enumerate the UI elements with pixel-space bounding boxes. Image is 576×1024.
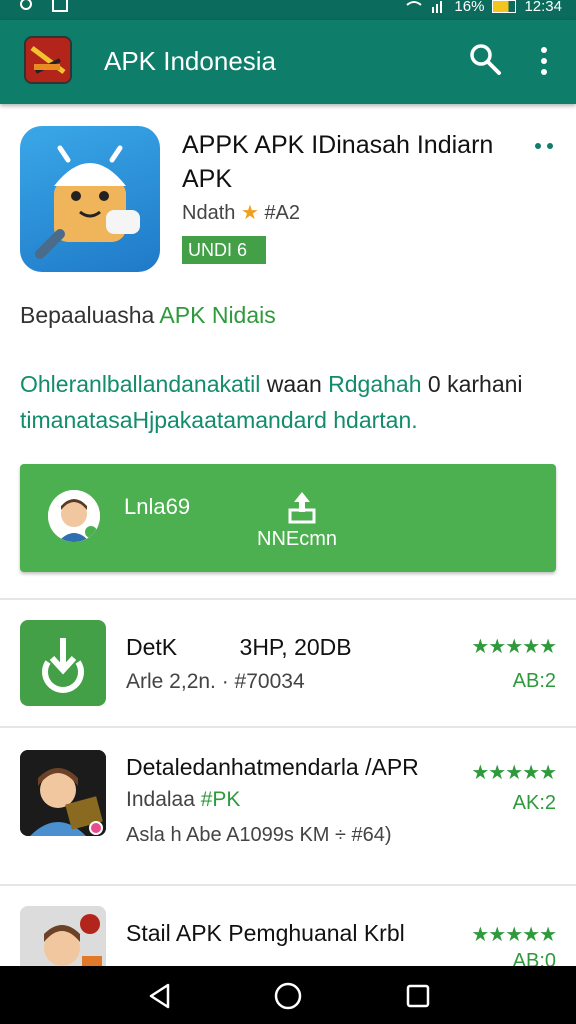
app-meta-2: Asla h Abe A1099s KM ÷ #64) <box>126 824 392 846</box>
divider <box>0 726 576 728</box>
divider <box>0 598 576 600</box>
app-title-1-name: DetK <box>126 634 178 660</box>
home-icon[interactable] <box>273 981 303 1011</box>
desc-green-3: timanatasaHjpakaa <box>20 407 217 433</box>
location-icon <box>20 0 32 10</box>
app-title-3[interactable]: Stail APK Pemghuanal Krbl <box>126 920 405 947</box>
description-line: Bepaaluasha APK Nidais <box>20 302 276 329</box>
more-vert-icon[interactable] <box>532 44 556 78</box>
rating-value-1: AB:2 <box>512 670 556 692</box>
status-left-icons <box>18 0 68 14</box>
app-subtitle-2: Indalaa #PK <box>126 788 240 812</box>
status-time: 12:34 <box>524 0 562 15</box>
hero-app-icon[interactable] <box>20 126 160 272</box>
description-prefix: Bepaaluasha <box>20 302 155 328</box>
battery-icon <box>492 0 517 13</box>
rating-stars-1: ★★★★★ <box>471 636 557 658</box>
hero-subtitle-rating: #A2 <box>264 202 301 224</box>
hero-badge: UNDI 6 <box>182 236 266 264</box>
app-logo[interactable] <box>24 36 72 84</box>
install-right-label: NNEcmn <box>257 528 338 550</box>
android-robot-icon <box>35 145 140 259</box>
status-right-icons: 16% 12:34 <box>406 0 562 15</box>
more-options-icon[interactable] <box>532 134 556 158</box>
user-avatar-icon <box>48 490 100 542</box>
app-bar: APK Indonesia <box>0 20 576 104</box>
desc-dark-2: 0 karhani <box>427 371 523 397</box>
back-icon[interactable] <box>146 982 174 1010</box>
app-subtitle-2-link: #PK <box>200 788 241 811</box>
upload-icon <box>288 492 316 524</box>
status-bar: 16% 12:34 <box>0 0 576 20</box>
search-icon[interactable] <box>468 42 502 76</box>
app-title-2[interactable]: Detaledanhatmendarla /APR <box>126 754 419 781</box>
app-subtitle-1: Arle 2,2n. · #70034 <box>126 670 305 693</box>
description-paragraph: Ohleranlballandanakatil waan Rdgahah 0 k… <box>20 366 560 438</box>
signal-icon <box>432 0 443 13</box>
rating-stars-2: ★★★★★ <box>471 762 557 784</box>
desc-green-1: Ohleranlballandanakatil <box>20 371 261 397</box>
hero-subtitle-prefix: Ndath <box>182 202 236 224</box>
desc-dark-1: waan <box>266 371 322 397</box>
app-subtitle-2-prefix: Indalaa <box>126 788 195 811</box>
rating-value-2: AK:2 <box>512 792 556 814</box>
app-icon[interactable] <box>20 750 106 836</box>
desc-green-2: Rdgahah <box>328 371 422 397</box>
hero-title: APPK APK IDinasah Indiarn APK <box>182 131 494 193</box>
app-title-1[interactable]: DetK 3HP, 20DB <box>126 634 352 661</box>
recent-apps-icon[interactable] <box>405 983 431 1009</box>
hero-subtitle: Ndath ★ #A2 <box>182 200 300 225</box>
wifi-icon <box>406 0 423 6</box>
image-icon <box>52 0 68 12</box>
description-link[interactable]: APK Nidais <box>159 302 275 328</box>
app-logo-icon <box>26 38 70 82</box>
divider <box>0 884 576 886</box>
person-book-icon <box>20 750 106 836</box>
rating-stars-3: ★★★★★ <box>471 924 557 946</box>
install-button[interactable]: Lnla69 NNEcmn <box>20 464 556 572</box>
install-left-label: Lnla69 <box>124 494 191 519</box>
star-icon: ★ <box>240 202 259 224</box>
battery-percent: 16% <box>454 0 485 15</box>
download-icon <box>42 638 84 693</box>
app-icon[interactable] <box>20 620 106 706</box>
app-title: APK Indonesia <box>104 46 277 76</box>
app-title-1-extra: 3HP, 20DB <box>239 634 352 660</box>
avatar <box>48 490 100 542</box>
desc-green-4: tamandard hdartan. <box>216 407 418 433</box>
navigation-bar <box>0 966 576 1024</box>
